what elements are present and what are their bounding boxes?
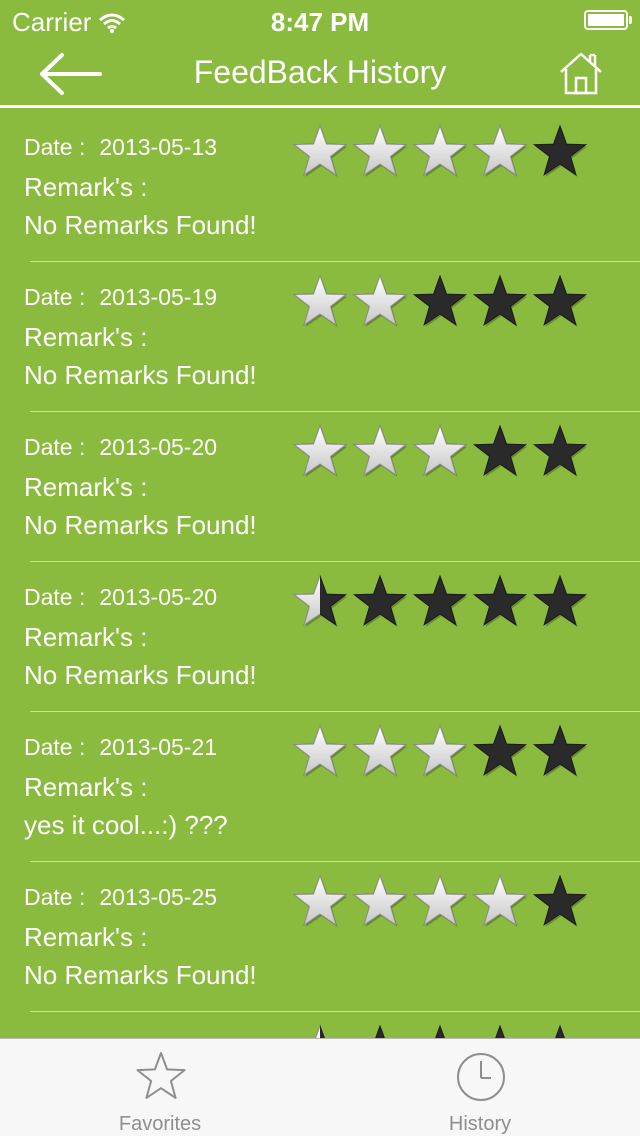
star-half-icon	[292, 574, 348, 627]
rating-stars	[292, 424, 588, 480]
star-empty-icon	[532, 574, 588, 627]
feedback-row[interactable]: Date : 2013-05-19 Remark's : No Remarks Fou…	[0, 262, 640, 412]
star-empty-icon	[472, 574, 528, 627]
date-label: Date :	[24, 434, 86, 460]
feedback-row[interactable]: Date : 2013-05-25 Remark's : No Remarks Fou…	[0, 862, 640, 1012]
remark-text: yes it cool...:) ???	[24, 810, 228, 840]
date-label: Date :	[24, 134, 86, 160]
tab-favorites[interactable]: Favorites	[0, 1039, 320, 1136]
feedback-date: Date : 2013-05-25	[24, 884, 217, 911]
rating-stars	[292, 574, 588, 630]
star-filled-icon	[352, 274, 408, 327]
star-filled-icon	[472, 124, 528, 177]
star-empty-icon	[532, 124, 588, 177]
status-time: 8:47 PM	[270, 7, 370, 37]
clock-icon	[457, 1053, 505, 1101]
date-label: Date :	[24, 734, 86, 760]
tab-bar: Favorites History	[0, 1038, 640, 1136]
remark-label: Remark's :	[24, 172, 148, 202]
remark-label: Remark's :	[24, 772, 148, 802]
nav-bar: FeedBack History	[0, 40, 640, 108]
remark-text: No Remarks Found!	[24, 660, 257, 690]
star-filled-icon	[412, 124, 468, 177]
tab-history-label: History	[448, 1113, 512, 1135]
star-empty-icon	[555, 1024, 566, 1038]
star-empty-icon	[532, 424, 588, 477]
tab-favorites-label: Favorites	[118, 1113, 202, 1135]
feedback-row[interactable]: Date : 2013-05-20 Remark's : No Remarks Fou…	[0, 412, 640, 562]
date-value: 2013-05-19	[99, 284, 218, 310]
star-outline-icon	[136, 1052, 186, 1099]
star-filled-icon	[292, 274, 348, 327]
star-filled-icon	[412, 874, 468, 927]
feedback-date: Date : 2013-05-20	[24, 434, 217, 461]
star-filled-icon	[352, 724, 408, 777]
remark-text: No Remarks Found!	[24, 960, 257, 990]
star-filled-icon	[292, 424, 348, 477]
date-label: Date :	[24, 284, 86, 310]
feedback-list[interactable]: Date : 2013-05-13 Remark's : No Remarks Fou…	[0, 112, 640, 1038]
page-title: FeedBack History	[193, 54, 447, 90]
star-empty-icon	[472, 724, 528, 777]
star-filled-icon	[472, 874, 528, 927]
star-empty-icon	[352, 574, 408, 627]
star-empty-icon	[412, 274, 468, 327]
feedback-row[interactable]: Date : 2013-05-21 Remark's : yes it cool...…	[0, 712, 640, 862]
star-empty-icon	[532, 724, 588, 777]
star-empty-icon	[472, 424, 528, 477]
date-value: 2013-05-20	[99, 434, 218, 460]
home-icon[interactable]	[558, 50, 604, 96]
star-filled-icon	[352, 124, 408, 177]
date-value: 2013-05-13	[99, 134, 218, 160]
star-filled-icon	[412, 724, 468, 777]
star-filled-icon	[352, 424, 408, 477]
star-empty-icon	[412, 574, 468, 627]
rating-stars	[292, 124, 588, 180]
date-value: 2013-05-21	[99, 734, 218, 760]
star-filled-icon	[412, 424, 468, 477]
remark-text: No Remarks Found!	[24, 510, 257, 540]
star-half-icon	[315, 1024, 326, 1038]
feedback-row[interactable]	[0, 1012, 640, 1038]
star-empty-icon	[495, 1024, 506, 1038]
date-label: Date :	[24, 884, 86, 910]
feedback-row[interactable]: Date : 2013-05-20 Remark's : No Remarks Fou…	[0, 562, 640, 712]
star-filled-icon	[292, 724, 348, 777]
feedback-history-screen: Carrier 8:47 PM FeedBack History Date : 2…	[0, 0, 640, 1136]
feedback-date: Date : 2013-05-19	[24, 284, 217, 311]
star-empty-icon	[472, 274, 528, 327]
star-filled-icon	[352, 874, 408, 927]
remark-label: Remark's :	[24, 922, 148, 952]
remark-label: Remark's :	[24, 622, 148, 652]
remark-label: Remark's :	[24, 472, 148, 502]
rating-stars	[292, 874, 588, 930]
star-empty-icon	[375, 1024, 386, 1038]
star-empty-icon	[532, 274, 588, 327]
date-value: 2013-05-25	[99, 884, 218, 910]
rating-stars	[292, 274, 588, 330]
date-label: Date :	[24, 584, 86, 610]
tab-history[interactable]: History	[320, 1039, 640, 1136]
star-empty-icon	[532, 874, 588, 927]
remark-label: Remark's :	[24, 322, 148, 352]
remark-text: No Remarks Found!	[24, 360, 257, 390]
date-value: 2013-05-20	[99, 584, 218, 610]
rating-stars	[292, 1024, 588, 1038]
feedback-date: Date : 2013-05-13	[24, 134, 217, 161]
feedback-row[interactable]: Date : 2013-05-13 Remark's : No Remarks Fou…	[0, 112, 640, 262]
rating-stars	[292, 724, 588, 780]
status-bar: Carrier 8:47 PM	[0, 0, 640, 40]
star-filled-icon	[292, 874, 348, 927]
remark-text: No Remarks Found!	[24, 210, 257, 240]
feedback-date: Date : 2013-05-20	[24, 584, 217, 611]
feedback-date: Date : 2013-05-21	[24, 734, 217, 761]
star-filled-icon	[292, 124, 348, 177]
battery-icon	[584, 10, 632, 30]
star-empty-icon	[435, 1024, 446, 1038]
